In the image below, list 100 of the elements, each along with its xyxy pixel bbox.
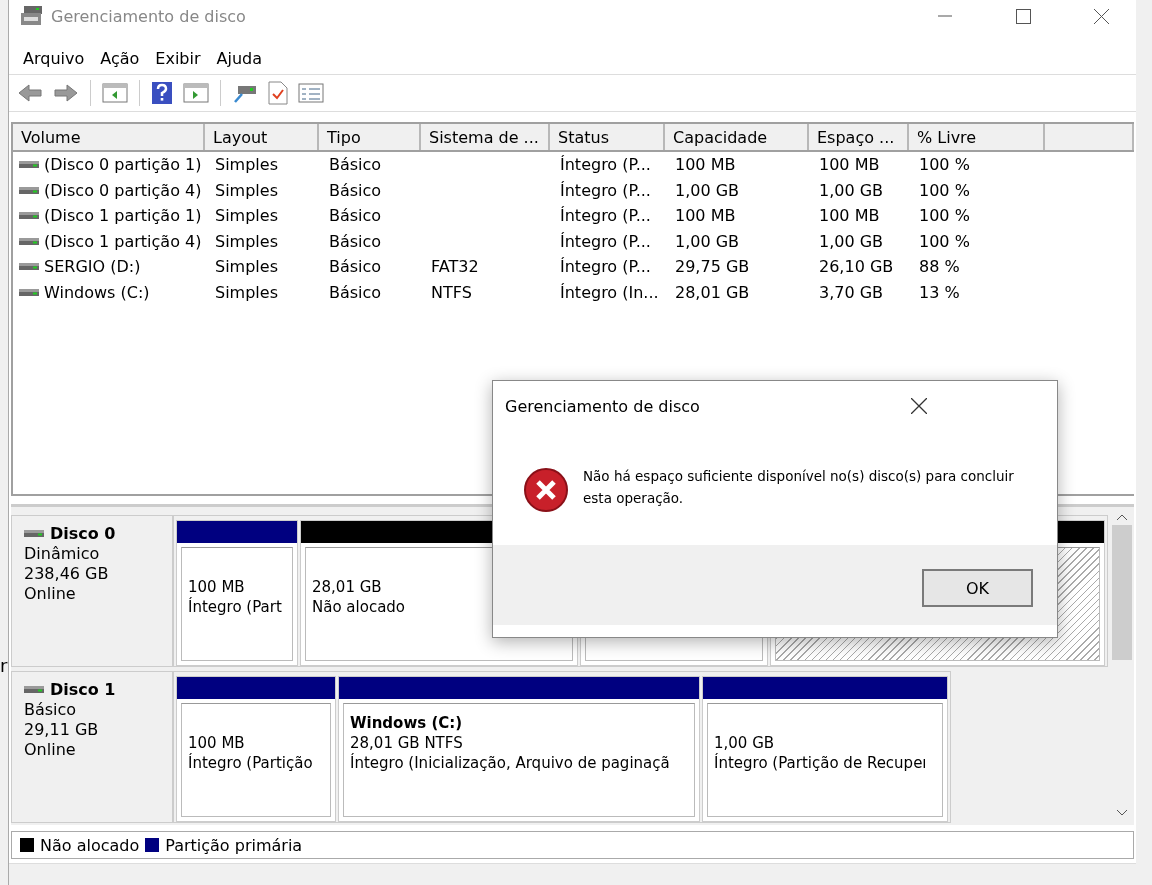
column-header[interactable]: Volume (13, 124, 205, 150)
table-cell: FAT32 (431, 257, 479, 277)
scrollbar-thumb[interactable] (1112, 525, 1132, 660)
disk-type: Básico (24, 700, 78, 719)
legend-label: Não alocado (40, 835, 140, 855)
table-cell: Íntegro (P... (560, 180, 651, 200)
table-cell: Windows (C:) (44, 282, 150, 302)
column-header[interactable]: Status (550, 124, 665, 150)
table-cell: Íntegro (P... (560, 155, 651, 175)
close-icon[interactable] (1093, 8, 1109, 24)
volume-icon (19, 185, 39, 195)
table-cell: 100 % (919, 231, 970, 251)
menu-item[interactable]: Ação (92, 47, 148, 70)
table-cell: SERGIO (D:) (44, 257, 141, 277)
table-cell: (Disco 0 partição 4) (44, 180, 202, 200)
column-header[interactable]: Espaço ... (809, 124, 909, 150)
menu-item[interactable]: Ajuda (208, 47, 270, 70)
disk-management-icon (21, 6, 43, 26)
partition-text: Íntegro (Part (188, 598, 283, 616)
table-cell: Simples (215, 282, 278, 302)
close-icon[interactable] (911, 398, 927, 414)
partition-text: 100 MB (188, 578, 246, 596)
partition-text: Íntegro (Inicialização, Arquivo de paginaçã (350, 754, 671, 772)
column-header[interactable]: Capacidade (665, 124, 809, 150)
column-header[interactable]: % Livre (909, 124, 1045, 150)
legend-swatch (20, 838, 34, 852)
table-cell: Íntegro (P... (560, 231, 651, 251)
panel-icon[interactable] (181, 81, 211, 105)
table-cell: Básico (329, 180, 382, 200)
table-cell: 29,75 GB (675, 257, 750, 277)
table-cell: Básico (329, 282, 382, 302)
partition-text: 28,01 GB NTFS (350, 734, 464, 752)
table-cell: Simples (215, 206, 278, 226)
column-header[interactable]: Tipo (319, 124, 421, 150)
window-title: Gerenciamento de disco (51, 6, 247, 26)
legend-label: Partição primária (165, 835, 303, 855)
partition-text: 28,01 GB (312, 578, 383, 596)
table-cell: 26,10 GB (819, 257, 894, 277)
error-icon (523, 467, 569, 513)
table-cell: Básico (329, 206, 382, 226)
disk-name: Disco 1 (50, 680, 116, 699)
volume-icon (19, 262, 39, 272)
partition-title: Windows (C:) (350, 714, 464, 732)
ok-button[interactable]: OK (922, 569, 1033, 607)
partition-text: 100 MB (188, 734, 246, 752)
table-cell: 100 MB (819, 206, 880, 226)
partition-block[interactable]: 100 MB Íntegro (Partição (176, 676, 336, 822)
table-cell: Íntegro (P... (560, 257, 651, 277)
partition-block[interactable]: 1,00 GB Íntegro (Partição de Recupeı (702, 676, 948, 822)
maximize-icon[interactable] (1015, 8, 1031, 24)
table-cell: 100 MB (675, 155, 736, 175)
disk-size: 238,46 GB (24, 564, 110, 583)
help-icon[interactable] (149, 79, 175, 107)
table-cell: Íntegro (P... (560, 206, 651, 226)
table-cell: NTFS (431, 282, 472, 302)
scroll-down-icon[interactable] (1116, 809, 1128, 817)
partition-text: Não alocado (312, 598, 407, 616)
table-cell: 1,00 GB (675, 231, 740, 251)
table-cell: Simples (215, 231, 278, 251)
background-text: r (0, 655, 8, 676)
dialog-title: Gerenciamento de disco (505, 396, 701, 416)
disk-status: Online (24, 584, 77, 603)
table-cell: 88 % (919, 257, 960, 277)
volume-icon (19, 160, 39, 170)
panel-icon[interactable] (100, 81, 130, 105)
table-cell: Íntegro (In... (560, 282, 659, 302)
table-cell: 1,00 GB (819, 180, 884, 200)
table-cell: Básico (329, 155, 382, 175)
list-icon[interactable] (296, 81, 326, 105)
scroll-up-icon[interactable] (1116, 513, 1128, 521)
table-cell: 13 % (919, 282, 960, 302)
partition-block[interactable]: Windows (C:) 28,01 GB NTFS Íntegro (Inicialização, Arquivo de paginaçã (338, 676, 700, 822)
menu-item[interactable]: Arquivo (15, 47, 93, 70)
table-cell: (Disco 1 partição 1) (44, 206, 202, 226)
volume-icon (19, 236, 39, 246)
volume-icon (19, 287, 39, 297)
table-cell: 100 MB (675, 206, 736, 226)
partition-block[interactable]: 100 MB Íntegro (Part (176, 520, 298, 666)
partition-text: 1,00 GB (714, 734, 776, 752)
checklist-icon[interactable] (266, 79, 290, 107)
table-cell: (Disco 0 partição 1) (44, 155, 202, 175)
table-cell: (Disco 1 partição 4) (44, 231, 202, 251)
partition-text: Íntegro (Partição de Recupeı (714, 754, 928, 772)
column-header[interactable]: Layout (205, 124, 319, 150)
disk-status: Online (24, 740, 77, 759)
table-cell: Simples (215, 257, 278, 277)
menu-item[interactable]: Exibir (147, 47, 209, 70)
table-cell: 100 % (919, 206, 970, 226)
disk-size: 29,11 GB (24, 720, 100, 739)
table-cell: 100 % (919, 180, 970, 200)
table-cell: 1,00 GB (675, 180, 740, 200)
table-cell: 100 % (919, 155, 970, 175)
table-cell: Simples (215, 155, 278, 175)
column-header[interactable]: Sistema de ... (421, 124, 550, 150)
volume-icon (19, 211, 39, 221)
partition-text: Íntegro (Partição (188, 754, 314, 772)
table-cell: 1,00 GB (819, 231, 884, 251)
table-cell: 100 MB (819, 155, 880, 175)
table-cell: Básico (329, 257, 382, 277)
disk-name: Disco 0 (50, 524, 116, 543)
